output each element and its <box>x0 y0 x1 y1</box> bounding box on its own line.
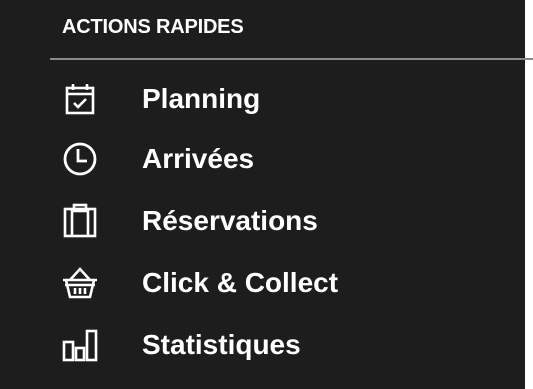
clock-icon <box>58 137 102 181</box>
panel-title: ACTIONS RAPIDES <box>62 16 244 38</box>
menu-item-planning[interactable]: Planning <box>50 72 510 126</box>
menu-item-arrivees[interactable]: Arrivées <box>50 132 510 186</box>
bar-chart-icon <box>58 323 102 367</box>
calendar-check-icon <box>58 77 102 121</box>
menu-item-label: Réservations <box>142 205 318 236</box>
menu-item-reservations[interactable]: Réservations <box>50 194 510 248</box>
menu-item-label: Arrivées <box>142 143 255 174</box>
menu-item-label: Statistiques <box>142 329 301 360</box>
menu-item-click-collect[interactable]: Click & Collect <box>50 256 510 310</box>
quick-actions-panel: ACTIONS RAPIDES Planning Arrivées Réserv… <box>0 0 533 389</box>
basket-icon <box>58 261 102 305</box>
menu-item-label: Planning <box>142 83 261 114</box>
clipboard-icon <box>58 199 102 243</box>
menu-item-label: Click & Collect <box>142 267 339 298</box>
menu-item-statistiques[interactable]: Statistiques <box>50 318 510 372</box>
header-divider <box>50 58 533 60</box>
